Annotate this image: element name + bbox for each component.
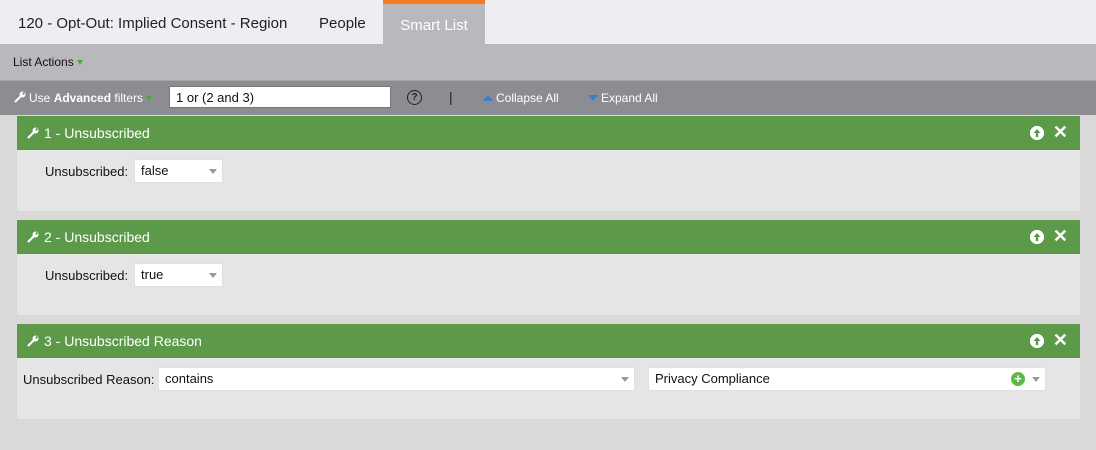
select-value: contains: [165, 371, 214, 386]
filter-panel: 1 - Unsubscribed ✕ Unsubscribed: false: [17, 116, 1080, 211]
remove-filter-icon[interactable]: ✕: [1053, 226, 1068, 246]
select-value: true: [141, 267, 164, 282]
remove-filter-icon[interactable]: ✕: [1053, 330, 1068, 350]
dropdown-icon: [146, 96, 153, 102]
add-value-icon[interactable]: +: [1011, 372, 1025, 386]
move-up-icon[interactable]: [1030, 126, 1044, 140]
remove-filter-icon[interactable]: ✕: [1053, 122, 1068, 142]
wrench-icon: [14, 91, 26, 103]
select-value: Privacy Compliance: [655, 371, 770, 386]
wrench-icon: [27, 231, 39, 243]
use-prefix: Use: [29, 91, 51, 105]
chevron-down-icon: [621, 377, 629, 382]
advanced-filters-toggle[interactable]: Use Advanced filters: [29, 91, 153, 105]
select-value: false: [141, 163, 169, 178]
value-select[interactable]: Privacy Compliance +: [648, 367, 1046, 391]
move-up-icon[interactable]: [1030, 334, 1044, 348]
tab-smart-list[interactable]: Smart List: [383, 0, 485, 44]
expand-all-button[interactable]: Expand All: [588, 91, 658, 105]
filter-title: 3 - Unsubscribed Reason: [44, 333, 202, 349]
wrench-icon: [27, 335, 39, 347]
filter-title: 2 - Unsubscribed: [44, 229, 150, 245]
filter-header: 1 - Unsubscribed ✕: [17, 116, 1080, 150]
expand-icon: [588, 95, 598, 101]
filter-header: 2 - Unsubscribed ✕: [17, 220, 1080, 254]
move-up-icon[interactable]: [1030, 230, 1044, 244]
filter-panel: 3 - Unsubscribed Reason ✕ Unsubscribed R…: [17, 324, 1080, 419]
value-select[interactable]: false: [134, 159, 223, 183]
filter-logic-input[interactable]: [169, 86, 391, 108]
filter-panel: 2 - Unsubscribed ✕ Unsubscribed: true: [17, 220, 1080, 315]
filters-label: filters: [114, 91, 144, 105]
field-label: Unsubscribed Reason:: [23, 372, 155, 387]
advanced-label: Advanced: [53, 91, 112, 105]
field-label: Unsubscribed:: [45, 164, 129, 179]
chevron-down-icon: [209, 273, 217, 278]
tab-people[interactable]: People: [319, 0, 366, 44]
help-icon[interactable]: ?: [407, 90, 422, 105]
expand-all-label: Expand All: [601, 91, 658, 105]
wrench-icon: [27, 127, 39, 139]
list-actions-menu[interactable]: List Actions: [13, 55, 83, 69]
collapse-all-label: Collapse All: [496, 91, 559, 105]
chevron-down-icon: [1032, 377, 1040, 382]
dropdown-icon: [76, 60, 83, 66]
filter-header: 3 - Unsubscribed Reason ✕: [17, 324, 1080, 358]
list-actions-bar: List Actions: [0, 44, 1096, 81]
operator-select[interactable]: contains: [158, 367, 635, 391]
chevron-down-icon: [209, 169, 217, 174]
collapse-icon: [483, 95, 493, 101]
tab-bar: 120 - Opt-Out: Implied Consent - Region …: [0, 0, 1096, 44]
list-actions-label: List Actions: [13, 55, 74, 69]
filter-title: 1 - Unsubscribed: [44, 125, 150, 141]
value-select[interactable]: true: [134, 263, 223, 287]
filter-logic-bar: Use Advanced filters ? | Collapse All Ex…: [0, 81, 1096, 115]
field-label: Unsubscribed:: [45, 268, 129, 283]
collapse-all-button[interactable]: Collapse All: [483, 91, 559, 105]
divider: |: [449, 89, 453, 105]
list-title: 120 - Opt-Out: Implied Consent - Region: [18, 15, 288, 32]
